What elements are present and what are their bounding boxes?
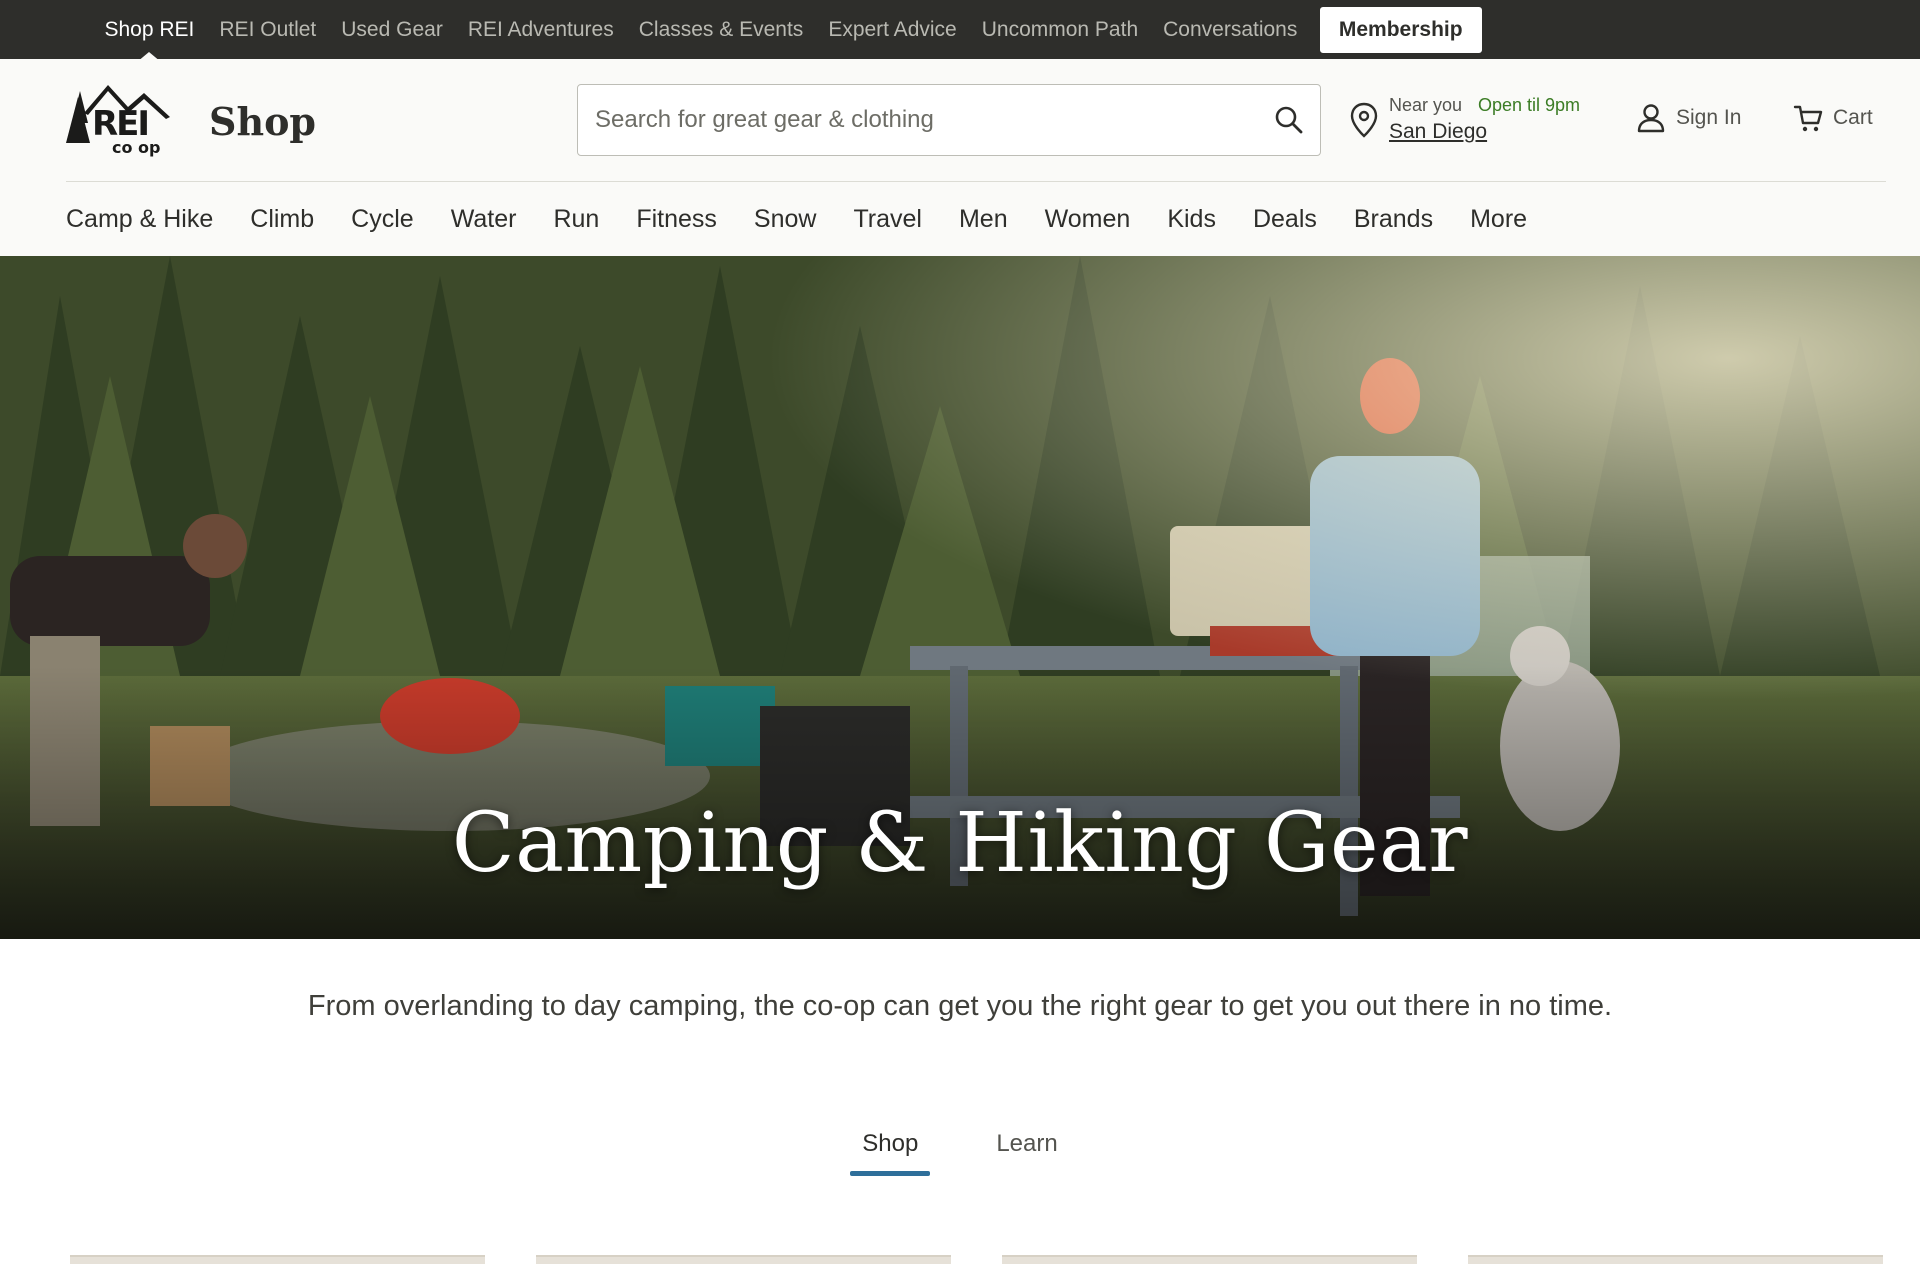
nav-item-men[interactable]: Men: [959, 205, 1008, 234]
tab-learn[interactable]: Learn: [984, 1130, 1069, 1176]
utility-links: Shop REI REI Outlet Used Gear REI Advent…: [92, 0, 1482, 59]
store-link-san-diego[interactable]: San Diego: [1389, 120, 1487, 144]
nav-item-cycle[interactable]: Cycle: [351, 205, 414, 234]
category-nav: Camp & Hike Climb Cycle Water Run Fitnes…: [66, 189, 1564, 249]
utility-link-shop-rei[interactable]: Shop REI: [92, 18, 207, 42]
utility-link-rei-outlet[interactable]: REI Outlet: [207, 18, 329, 42]
utility-link-expert-advice[interactable]: Expert Advice: [816, 18, 969, 42]
category-card[interactable]: [1002, 1255, 1417, 1264]
utility-link-rei-adventures[interactable]: REI Adventures: [455, 18, 626, 42]
rei-coop-logo[interactable]: REI co op: [66, 83, 188, 157]
cart-button[interactable]: Cart: [1793, 103, 1873, 133]
category-card[interactable]: [70, 1255, 485, 1264]
utility-link-conversations[interactable]: Conversations: [1151, 18, 1310, 42]
nav-item-snow[interactable]: Snow: [754, 205, 817, 234]
nav-item-travel[interactable]: Travel: [853, 205, 922, 234]
search-icon: [1275, 106, 1303, 134]
content-tabs: Shop Learn: [0, 1130, 1920, 1176]
hero-title: Camping & Hiking Gear: [451, 796, 1469, 891]
shop-title[interactable]: Shop: [209, 99, 316, 144]
sign-in-label: Sign In: [1676, 106, 1742, 129]
search-bar: [577, 84, 1321, 156]
search-input[interactable]: [578, 85, 1258, 155]
header-divider: [66, 181, 1886, 182]
hero-banner: Camping & Hiking Gear: [0, 256, 1920, 939]
user-icon: [1637, 104, 1665, 133]
nav-item-water[interactable]: Water: [451, 205, 517, 234]
cart-label: Cart: [1833, 106, 1873, 129]
tab-shop[interactable]: Shop: [850, 1130, 931, 1176]
intro-text: From overlanding to day camping, the co-…: [307, 990, 1613, 1022]
category-cards: [70, 1255, 1883, 1264]
utility-bar: Shop REI REI Outlet Used Gear REI Advent…: [0, 0, 1920, 59]
nav-item-climb[interactable]: Climb: [250, 205, 314, 234]
nav-item-run[interactable]: Run: [553, 205, 599, 234]
utility-link-uncommon-path[interactable]: Uncommon Path: [969, 18, 1150, 42]
sign-in-button[interactable]: Sign In: [1636, 103, 1741, 133]
nav-item-kids[interactable]: Kids: [1167, 205, 1216, 234]
site-header: REI co op Shop Near you Open til 9pm San…: [0, 59, 1920, 256]
category-card[interactable]: [1468, 1255, 1883, 1264]
cart-icon: [1793, 105, 1823, 132]
logo-coop-letters: co op: [112, 138, 161, 157]
search-button[interactable]: [1268, 99, 1310, 141]
nav-item-deals[interactable]: Deals: [1253, 205, 1317, 234]
nav-item-more[interactable]: More: [1470, 205, 1527, 234]
nav-item-brands[interactable]: Brands: [1354, 205, 1433, 234]
utility-link-classes-events[interactable]: Classes & Events: [626, 18, 816, 42]
nav-item-fitness[interactable]: Fitness: [636, 205, 717, 234]
category-card[interactable]: [536, 1255, 951, 1264]
membership-button[interactable]: Membership: [1319, 6, 1482, 53]
store-open-status: Open til 9pm: [1478, 95, 1581, 115]
utility-link-used-gear[interactable]: Used Gear: [329, 18, 456, 42]
location-pin-icon: [1350, 102, 1378, 138]
near-you-label: Near you: [1389, 95, 1463, 115]
nav-item-camp-hike[interactable]: Camp & Hike: [66, 205, 213, 234]
nav-item-women[interactable]: Women: [1045, 205, 1131, 234]
